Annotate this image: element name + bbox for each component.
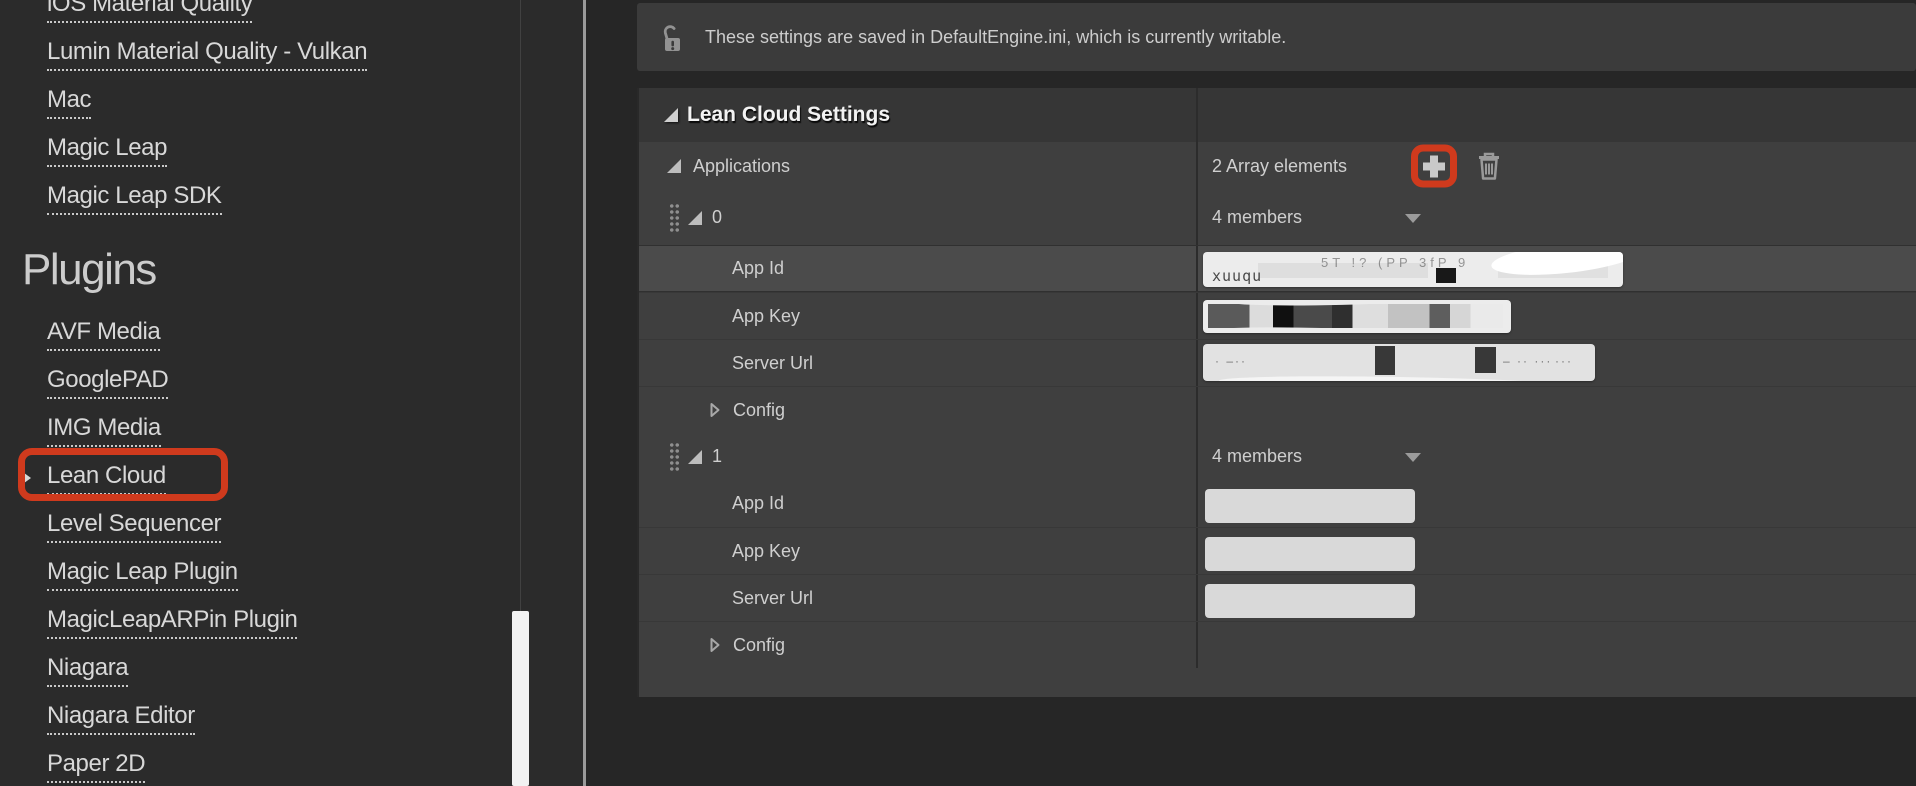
app-key-input-redacted[interactable]	[1203, 300, 1511, 333]
sidebar-splitter-handle[interactable]	[583, 0, 586, 786]
element-0-config-row[interactable]: Config	[639, 386, 1916, 433]
element-1-index: 1	[712, 446, 722, 467]
element-1-config-row[interactable]: Config	[639, 621, 1916, 668]
app-id-label: App Id	[732, 493, 784, 514]
server-url-input-empty[interactable]	[1205, 584, 1415, 618]
element-1-collapse-triangle-icon[interactable]	[688, 450, 702, 464]
unlock-icon	[658, 23, 684, 62]
scrollbar-thumb[interactable]	[512, 611, 529, 786]
app-key-input-empty[interactable]	[1205, 537, 1415, 571]
redacted-text-fragment: · –··	[1215, 354, 1247, 368]
sidebar-item-magic-leap[interactable]: Magic Leap	[47, 134, 167, 167]
sidebar-section-plugins: Plugins	[22, 243, 156, 297]
plus-icon[interactable]	[1421, 153, 1447, 179]
drag-handle-icon[interactable]	[669, 203, 680, 233]
app-id-label: App Id	[732, 258, 784, 279]
sidebar-item-magicleaparpin-plugin[interactable]: MagicLeapARPin Plugin	[47, 606, 297, 639]
lean-cloud-settings-panel: Lean Cloud Settings Applications 2 Array…	[637, 88, 1916, 697]
sidebar-item-googlepad[interactable]: GooglePAD	[47, 366, 168, 399]
trash-icon[interactable]	[1475, 150, 1503, 183]
server-url-label: Server Url	[732, 588, 813, 609]
sidebar-item-niagara[interactable]: Niagara	[47, 654, 128, 687]
redacted-text-fragment: ···	[1555, 354, 1573, 368]
element-0-server-url-row[interactable]: Server Url · –·· – ·· ··· ···	[639, 339, 1916, 386]
drag-handle-icon[interactable]	[669, 442, 680, 472]
chevron-down-icon[interactable]	[1405, 453, 1421, 462]
element-0-collapse-triangle-icon[interactable]	[688, 211, 702, 225]
sidebar-item-magic-leap-plugin[interactable]: Magic Leap Plugin	[47, 558, 238, 591]
applications-collapse-triangle-icon[interactable]	[667, 159, 681, 173]
element-0-members-summary: 4 members	[1198, 207, 1302, 228]
app-key-label: App Key	[732, 541, 800, 562]
sidebar-item-paper-2d[interactable]: Paper 2D	[47, 750, 145, 783]
settings-nav-sidebar: iOS Material Quality Lumin Material Qual…	[0, 0, 583, 786]
section-collapse-triangle-icon[interactable]	[664, 108, 678, 122]
element-1-members-summary: 4 members	[1198, 446, 1302, 467]
sidebar-item-img-media[interactable]: IMG Media	[47, 414, 161, 447]
element-0-index: 0	[712, 207, 722, 228]
triangle-collapsed-icon[interactable]	[709, 401, 721, 419]
element-1-server-url-row[interactable]: Server Url	[639, 574, 1916, 621]
config-file-notice-bar: These settings are saved in DefaultEngin…	[637, 3, 1916, 71]
element-0-app-key-row[interactable]: App Key	[639, 292, 1916, 339]
array-element-0-row: 0 4 members	[639, 190, 1916, 245]
sidebar-item-ios-material-quality[interactable]: iOS Material Quality	[47, 0, 252, 23]
app-key-label: App Key	[732, 306, 800, 327]
redacted-text-fragment: xuuqu	[1212, 267, 1262, 285]
config-label: Config	[733, 635, 785, 656]
sidebar-item-mac[interactable]: Mac	[47, 86, 91, 119]
applications-row: Applications 2 Array elements	[639, 142, 1916, 190]
element-0-app-id-row[interactable]: App Id 5T !? (PP 3fP 9 xuuqu	[639, 245, 1916, 292]
server-url-label: Server Url	[732, 353, 813, 374]
redaction-blocks	[1208, 304, 1503, 328]
app-id-input-redacted[interactable]: 5T !? (PP 3fP 9 xuuqu	[1203, 252, 1623, 287]
redacted-text-fragment: – ·· ···	[1503, 354, 1552, 368]
array-element-1-row: 1 4 members	[639, 433, 1916, 480]
sidebar-item-level-sequencer[interactable]: Level Sequencer	[47, 510, 221, 543]
server-url-input-redacted[interactable]: · –·· – ·· ··· ···	[1203, 344, 1595, 381]
redaction-block	[1436, 268, 1456, 283]
sidebar-item-niagara-editor[interactable]: Niagara Editor	[47, 702, 195, 735]
sidebar-item-magic-leap-sdk[interactable]: Magic Leap SDK	[47, 182, 222, 215]
config-label: Config	[733, 400, 785, 421]
sidebar-item-avf-media[interactable]: AVF Media	[47, 318, 160, 351]
applications-label: Applications	[693, 156, 790, 177]
red-highlight-annotation-lean-cloud	[18, 448, 228, 501]
chevron-down-icon[interactable]	[1405, 214, 1421, 223]
array-elements-summary: 2 Array elements	[1198, 156, 1347, 177]
triangle-collapsed-icon[interactable]	[709, 636, 721, 654]
element-1-app-id-row[interactable]: App Id	[639, 480, 1916, 527]
sidebar-item-lumin-material-quality[interactable]: Lumin Material Quality - Vulkan	[47, 38, 367, 71]
section-header-row[interactable]: Lean Cloud Settings	[639, 88, 1916, 142]
section-title: Lean Cloud Settings	[687, 103, 890, 127]
red-highlight-annotation-add-button	[1411, 145, 1457, 188]
app-id-input-empty[interactable]	[1205, 489, 1415, 523]
notice-text: These settings are saved in DefaultEngin…	[705, 3, 1286, 71]
element-1-app-key-row[interactable]: App Key	[639, 527, 1916, 574]
panel-filler	[639, 668, 1916, 697]
